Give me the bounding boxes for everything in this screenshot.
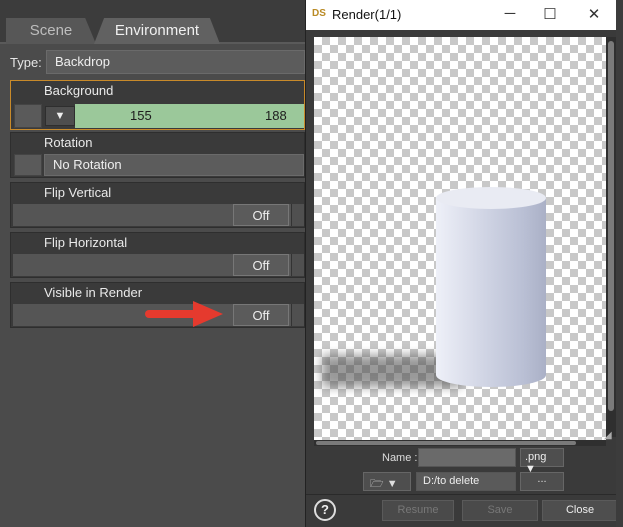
save-button[interactable]: Save	[462, 500, 538, 521]
folder-browse-button[interactable]: 🗁 ▼	[363, 472, 411, 491]
color-value-2[interactable]: 188	[265, 108, 287, 123]
color-value-1[interactable]: 155	[130, 108, 152, 123]
horizontal-scrollbar[interactable]	[314, 440, 606, 446]
tab-bar: Scene Environment	[0, 0, 305, 44]
close-icon[interactable]: ✕	[578, 4, 610, 26]
name-input[interactable]	[418, 448, 516, 467]
property-flip-horizontal: Flip Horizontal Off	[10, 232, 305, 278]
type-label: Type:	[10, 55, 42, 70]
app-logo-icon: DS	[312, 8, 326, 19]
property-title: Visible in Render	[44, 285, 143, 300]
property-handle[interactable]	[14, 154, 42, 176]
color-dropdown-button[interactable]: ▼	[45, 106, 75, 126]
rendered-cylinder-top	[436, 187, 546, 209]
property-tail	[291, 204, 304, 226]
property-tail	[291, 304, 304, 326]
window-title: Render(1/1)	[332, 7, 402, 22]
annotation-arrow-icon	[193, 301, 223, 327]
vertical-scrollbar[interactable]	[606, 37, 616, 437]
property-tail	[291, 254, 304, 276]
property-visible-in-render: Visible in Render Off	[10, 282, 305, 328]
close-button[interactable]: Close	[542, 500, 618, 521]
type-select[interactable]: Backdrop	[46, 50, 305, 74]
render-window: DS Render(1/1) ─ ☐ ✕ ◢ Name : .png ▼ 🗁 ▼…	[305, 0, 623, 527]
resume-button[interactable]: Resume	[382, 500, 454, 521]
name-label: Name :	[382, 452, 418, 464]
rendered-cylinder	[436, 197, 546, 387]
flip-vertical-toggle[interactable]: Off	[233, 204, 289, 226]
window-titlebar[interactable]: DS Render(1/1) ─ ☐ ✕	[306, 0, 623, 30]
rotation-select[interactable]: No Rotation	[44, 154, 304, 176]
property-title: Flip Vertical	[44, 185, 112, 200]
property-handle[interactable]	[14, 104, 42, 128]
scrollbar-thumb[interactable]	[316, 441, 576, 445]
render-preview	[314, 37, 606, 440]
minimize-icon[interactable]: ─	[494, 4, 526, 26]
folder-icon: 🗁	[370, 478, 384, 490]
scrollbar-thumb[interactable]	[608, 41, 614, 411]
property-title: Flip Horizontal	[44, 235, 128, 250]
chevron-down-icon: ▼	[386, 478, 398, 490]
tab-environment[interactable]: Environment	[94, 18, 220, 44]
tab-scene[interactable]: Scene	[6, 18, 96, 44]
browse-button[interactable]: ...	[520, 472, 564, 491]
maximize-icon[interactable]: ☐	[534, 4, 566, 26]
property-rotation: Rotation No Rotation	[10, 132, 305, 178]
property-title: Rotation	[44, 135, 93, 150]
render-action-bar: ? Resume Save Close	[306, 494, 623, 527]
property-flip-vertical: Flip Vertical Off	[10, 182, 305, 228]
flip-horizontal-toggle[interactable]: Off	[233, 254, 289, 276]
help-icon[interactable]: ?	[314, 499, 336, 521]
environment-pane: Scene Environment Type: Backdrop Backgro…	[0, 0, 305, 527]
extension-select[interactable]: .png ▼	[520, 448, 564, 475]
visible-in-render-toggle[interactable]: Off	[233, 304, 289, 326]
background-color-field[interactable]: 155 188	[75, 104, 304, 128]
property-background: Background ▼ 155 188	[10, 80, 305, 130]
path-field[interactable]: D:/to delete	[416, 472, 516, 491]
property-title: Background	[44, 83, 114, 98]
background-app-edge	[616, 0, 623, 527]
